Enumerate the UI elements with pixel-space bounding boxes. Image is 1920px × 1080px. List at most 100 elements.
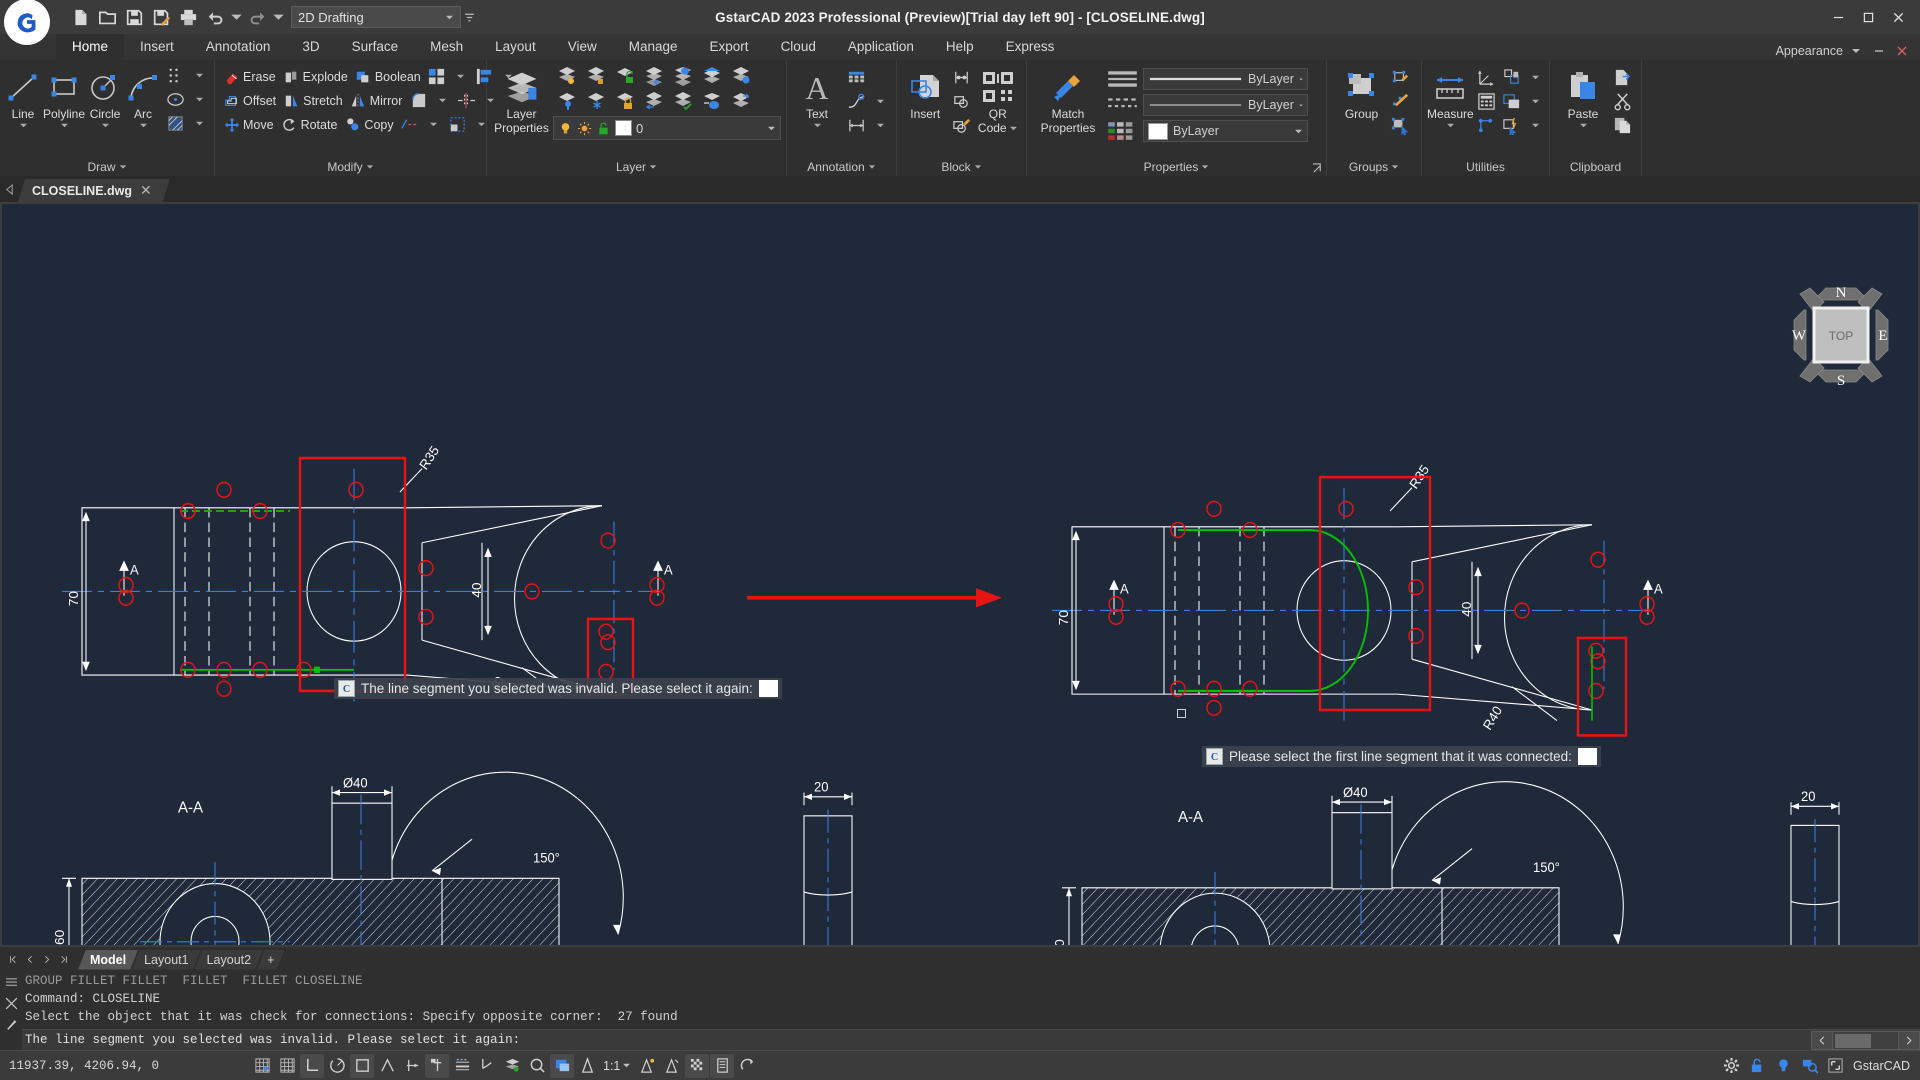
dynamic-ucs-toggle[interactable] — [400, 1054, 424, 1078]
qr-code-button[interactable]: QR Code — [975, 64, 1022, 135]
cut-icon[interactable] — [1610, 90, 1634, 113]
command-scroll-right-icon[interactable] — [1898, 1030, 1920, 1050]
ribbon-tab-view[interactable]: View — [552, 34, 613, 60]
save-file-icon[interactable] — [122, 5, 147, 30]
offset-button[interactable]: Offset — [220, 89, 279, 112]
layer-change-icon[interactable] — [698, 89, 726, 113]
ribbon-tab-3d[interactable]: 3D — [286, 34, 335, 60]
polyline-dropdown-icon[interactable] — [60, 122, 69, 129]
tooltip-right-input[interactable] — [1577, 748, 1597, 765]
command-scroll-track[interactable] — [1833, 1030, 1898, 1050]
hardware-accel-bulb-icon[interactable] — [1771, 1054, 1795, 1078]
drawing-canvas[interactable]: R35 70 40 40 A — [0, 202, 1920, 947]
copy-clipboard-icon[interactable] — [1610, 114, 1634, 137]
measure-button[interactable]: Measure — [1427, 64, 1474, 129]
array-icon[interactable] — [425, 65, 449, 88]
dimension-dropdown-icon[interactable] — [869, 114, 891, 137]
ribbon-tab-surface[interactable]: Surface — [336, 34, 415, 60]
hardware-accel-toggle[interactable] — [685, 1053, 710, 1078]
fullscreen-icon[interactable] — [1823, 1054, 1847, 1078]
command-settings-icon[interactable] — [3, 1016, 19, 1032]
text-button[interactable]: A Text — [792, 64, 842, 129]
polar-tracking-toggle[interactable] — [325, 1054, 349, 1078]
qat-customize-icon[interactable] — [463, 6, 476, 28]
appearance-label[interactable]: Appearance — [1776, 44, 1843, 58]
group-edit-icon[interactable] — [1389, 90, 1413, 113]
array-dropdown-icon[interactable] — [450, 65, 472, 88]
layout-tab-model[interactable]: Model — [78, 950, 138, 970]
layer-lock-icon[interactable] — [611, 89, 639, 113]
ribbon-tab-export[interactable]: Export — [694, 34, 765, 60]
layer-on-icon[interactable] — [669, 89, 697, 113]
mirror-button[interactable]: Mirror — [347, 89, 406, 112]
layer-states-icon[interactable] — [727, 64, 755, 88]
paste-button[interactable]: Paste — [1557, 64, 1609, 129]
ellipse-dropdown-icon[interactable] — [188, 88, 210, 111]
tooltip-left-input[interactable] — [758, 680, 778, 697]
window-dropdown-icon[interactable] — [1525, 90, 1547, 113]
insert-block-button[interactable]: Insert — [902, 64, 949, 121]
object-snap-toggle[interactable] — [350, 1053, 374, 1078]
clean-screen-toggle[interactable] — [735, 1054, 759, 1078]
layer-copy-icon[interactable] — [727, 89, 755, 113]
group-select-icon[interactable] — [1389, 114, 1413, 137]
command-scroll-left-icon[interactable] — [1811, 1030, 1833, 1050]
grid-display-toggle[interactable] — [275, 1054, 299, 1078]
ribbon-minimize-icon[interactable] — [1869, 42, 1889, 60]
layout-prev-icon[interactable] — [21, 949, 38, 971]
color-combo[interactable]: ByLayer — [1143, 120, 1308, 142]
ribbon-tab-home[interactable]: Home — [56, 34, 125, 60]
lineweight-combo[interactable]: ByLayer — [1143, 68, 1308, 90]
save-as-file-icon[interactable] — [149, 5, 174, 30]
point-dropdown-icon[interactable] — [188, 64, 210, 87]
calculator-icon[interactable] — [1475, 90, 1499, 113]
layer-off-icon[interactable] — [553, 89, 581, 113]
workspace-selector[interactable]: 2D Drafting — [291, 6, 461, 28]
hatch-dropdown-icon[interactable] — [188, 112, 210, 135]
line-button[interactable]: Line — [5, 64, 41, 129]
ribbon-tab-help[interactable]: Help — [930, 34, 990, 60]
polyline-button[interactable]: Polyline — [43, 64, 85, 129]
document-tab-closeline[interactable]: CLOSELINE.dwg ✕ — [18, 179, 170, 202]
plot-icon[interactable] — [176, 5, 201, 30]
ribbon-tab-cloud[interactable]: Cloud — [765, 34, 832, 60]
break-icon[interactable] — [454, 89, 478, 112]
command-grip-icon[interactable] — [3, 974, 19, 990]
match-properties-button[interactable]: Match Properties — [1032, 64, 1104, 135]
layout-first-icon[interactable] — [4, 949, 21, 971]
qr-dropdown-icon[interactable] — [1009, 125, 1018, 132]
ellipse-icon[interactable] — [163, 88, 187, 111]
explode-button[interactable]: Explode — [280, 65, 351, 88]
viewport-dropdown-icon[interactable] — [1525, 66, 1547, 89]
group-button[interactable]: Group — [1336, 64, 1388, 121]
dynamic-input-toggle[interactable] — [425, 1053, 449, 1078]
stretch-button[interactable]: Stretch — [280, 89, 346, 112]
ribbon-tab-layout[interactable]: Layout — [479, 34, 552, 60]
open-file-icon[interactable] — [95, 5, 120, 30]
minimize-button[interactable] — [1824, 5, 1852, 29]
measure-dropdown-icon[interactable] — [1446, 122, 1455, 129]
erase-button[interactable]: Erase — [220, 65, 279, 88]
layer-previous-icon[interactable] — [640, 64, 668, 88]
ungroup-icon[interactable] — [1389, 66, 1413, 89]
ribbon-tab-insert[interactable]: Insert — [124, 34, 190, 60]
circle-button[interactable]: Circle — [87, 64, 123, 129]
ribbon-tab-annotation[interactable]: Annotation — [190, 34, 287, 60]
point-style-icon[interactable] — [1475, 114, 1499, 137]
layout-tab-layout1[interactable]: Layout1 — [132, 950, 200, 970]
lock-toolbar-icon[interactable] — [1745, 1054, 1769, 1078]
view-cube[interactable]: TOP N E S W — [1786, 280, 1896, 390]
annotation-scale-selector[interactable]: 1:1 — [600, 1054, 634, 1078]
zoom-toggle[interactable] — [525, 1054, 549, 1078]
workspace-switch-toggle[interactable] — [550, 1053, 574, 1078]
leader-icon[interactable] — [844, 90, 868, 113]
linetype-combo[interactable]: ByLayer — [1143, 94, 1308, 116]
block-edit-icon[interactable] — [950, 90, 974, 113]
close-button[interactable] — [1884, 5, 1912, 29]
layer-merge-icon[interactable] — [669, 64, 697, 88]
auto-scale-icon[interactable] — [660, 1054, 684, 1078]
ribbon-tab-express[interactable]: Express — [990, 34, 1071, 60]
layer-color-swatch[interactable] — [615, 120, 632, 136]
command-close-icon[interactable] — [3, 995, 19, 1011]
layer-unlock-icon[interactable] — [611, 64, 639, 88]
